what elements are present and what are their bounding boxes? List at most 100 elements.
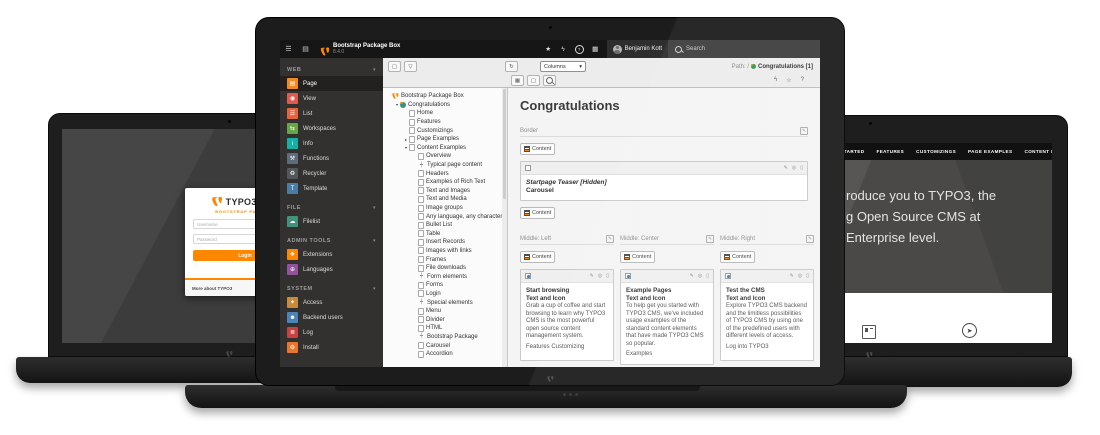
tree-item-features[interactable]: Features xyxy=(383,118,507,127)
tree-item-text-and-media[interactable]: Text and Media xyxy=(383,195,507,204)
sidebar-item-view[interactable]: ◉View xyxy=(280,91,383,106)
flash-icon[interactable]: ϟ xyxy=(556,46,571,53)
tree-item-frames[interactable]: Frames xyxy=(383,255,507,264)
bookmark-star-outline-icon[interactable]: ☆ xyxy=(786,77,791,84)
user-menu[interactable]: Benjamin Kott xyxy=(607,40,668,58)
edit-column-icon[interactable]: ✎ xyxy=(706,235,714,243)
tree-item-content-examples[interactable]: ▾Content Examples xyxy=(383,144,507,153)
tree-item-bullet-list[interactable]: Bullet List xyxy=(383,221,507,230)
delete-icon[interactable]: ▯ xyxy=(706,273,709,279)
tree-item-congratulations[interactable]: ▾Congratulations xyxy=(383,101,507,110)
add-content-button[interactable]: Content xyxy=(520,207,555,219)
column-middle-right: Middle: Right✎Content✎◎▯Test the CMSText… xyxy=(720,234,814,367)
tree-item-image-groups[interactable]: Image groups xyxy=(383,204,507,213)
tree-item-examples-of-rich-text[interactable]: Examples of Rich Text xyxy=(383,178,507,187)
new-page-icon[interactable]: ▢ xyxy=(388,61,401,72)
tree-item-page-examples[interactable]: ▸Page Examples xyxy=(383,135,507,144)
tree-item-home[interactable]: Home xyxy=(383,109,507,118)
visibility-icon[interactable]: ◎ xyxy=(792,165,796,171)
help-icon[interactable]: ? xyxy=(575,45,584,54)
menu-section-header[interactable]: FILE▾ xyxy=(280,202,383,214)
columns-select[interactable]: Columns ▾ xyxy=(540,61,586,72)
search-icon[interactable] xyxy=(543,75,556,86)
search-input[interactable]: Search xyxy=(668,40,820,58)
add-content-button[interactable]: Content xyxy=(520,251,555,263)
menu-section-header[interactable]: ADMIN TOOLS▾ xyxy=(280,235,383,247)
add-content-button[interactable]: Content xyxy=(520,143,555,155)
card-links[interactable]: Log into TYPO3 xyxy=(726,344,808,352)
sidebar-item-template[interactable]: TTemplate xyxy=(280,181,383,196)
nav-item-features[interactable]: FEATURES xyxy=(876,149,904,154)
tree-item-table[interactable]: Table xyxy=(383,230,507,239)
sidebar-item-functions[interactable]: ⚒Functions xyxy=(280,151,383,166)
help-icon[interactable]: ? xyxy=(801,77,804,84)
edit-pencil-icon[interactable]: ✎ xyxy=(790,273,794,279)
list-toggle-icon[interactable]: ▤ xyxy=(297,40,314,58)
menu-section-header[interactable]: SYSTEM▾ xyxy=(280,283,383,295)
sidebar-item-filelist[interactable]: ☁Filelist xyxy=(280,214,383,229)
more-about-typo3-link[interactable]: More about TYPO3 xyxy=(192,286,232,291)
sidebar-item-page[interactable]: ▤Page xyxy=(280,76,383,91)
tree-item-file-downloads[interactable]: File downloads xyxy=(383,264,507,273)
tree-root[interactable]: Bootstrap Package Box xyxy=(383,92,507,101)
menu-collapse-icon[interactable]: ☰ xyxy=(280,40,297,58)
add-content-button[interactable]: Content xyxy=(620,251,655,263)
edit-pencil-icon[interactable]: ✎ xyxy=(690,273,694,279)
tree-item-form-elements[interactable]: ┿Form elements xyxy=(383,272,507,281)
tree-item-any-language-any-character[interactable]: Any language, any character xyxy=(383,212,507,221)
tree-item-menu[interactable]: Menu xyxy=(383,307,507,316)
tree-item-text-and-images[interactable]: Text and Images xyxy=(383,187,507,196)
visibility-icon[interactable]: ◎ xyxy=(798,273,802,279)
sidebar-item-install[interactable]: ⚙Install xyxy=(280,340,383,355)
delete-icon[interactable]: ▯ xyxy=(800,165,803,171)
bookmark-star-icon[interactable]: ★ xyxy=(541,45,556,53)
card-links[interactable]: Examples xyxy=(626,351,708,359)
nav-item-page-examples[interactable]: PAGE EXAMPLES xyxy=(968,149,1012,154)
nav-item-content-examples[interactable]: CONTENT EXAMPLES xyxy=(1024,149,1052,154)
tree-item-bootstrap-package[interactable]: ┿Bootstrap Package xyxy=(383,333,507,342)
edit-pencil-icon[interactable]: ✎ xyxy=(590,273,594,279)
delete-icon[interactable]: ▯ xyxy=(806,273,809,279)
tree-item-insert-records[interactable]: Insert Records xyxy=(383,238,507,247)
tree-item-forms[interactable]: Forms xyxy=(383,281,507,290)
edit-pencil-icon[interactable]: ✎ xyxy=(784,165,788,171)
tree-item-headers[interactable]: Headers xyxy=(383,169,507,178)
sidebar-item-languages[interactable]: ⊕Languages xyxy=(280,262,383,277)
tree-item-special-elements[interactable]: ┿Special elements xyxy=(383,298,507,307)
tree-item-images-with-links[interactable]: Images with links xyxy=(383,247,507,256)
tree-item-accordion[interactable]: Accordion xyxy=(383,350,507,359)
view-grid-icon[interactable]: ▦ xyxy=(511,75,524,86)
sidebar-item-workspaces[interactable]: ⇆Workspaces xyxy=(280,121,383,136)
tree-item-customizings[interactable]: Customizings xyxy=(383,126,507,135)
sidebar-item-extensions[interactable]: ❖Extensions xyxy=(280,247,383,262)
filter-funnel-icon[interactable]: ▽ xyxy=(404,61,417,72)
tree-item-divider[interactable]: Divider xyxy=(383,315,507,324)
edit-column-icon[interactable]: ✎ xyxy=(800,127,808,135)
nav-item-customizings[interactable]: CUSTOMIZINGS xyxy=(916,149,956,154)
menu-section-header[interactable]: WEB▾ xyxy=(280,64,383,76)
tree-item-html[interactable]: HTML xyxy=(383,324,507,333)
sidebar-item-info[interactable]: iInfo xyxy=(280,136,383,151)
visibility-icon[interactable]: ◎ xyxy=(598,273,602,279)
sidebar-item-access[interactable]: ✦Access xyxy=(280,295,383,310)
tree-item-label: Bootstrap Package Box xyxy=(401,93,464,99)
clear-cache-icon[interactable]: ϟ xyxy=(774,77,777,84)
sidebar-item-log[interactable]: ≣Log xyxy=(280,325,383,340)
sidebar-item-backend-users[interactable]: ☻Backend users xyxy=(280,310,383,325)
visibility-icon[interactable]: ◎ xyxy=(698,273,702,279)
edit-column-icon[interactable]: ✎ xyxy=(806,235,814,243)
delete-icon[interactable]: ▯ xyxy=(606,273,609,279)
tree-item-typical-page-content[interactable]: ┿Typical page content xyxy=(383,161,507,170)
card-links[interactable]: Features Customizing xyxy=(526,344,608,352)
sidebar-item-list[interactable]: ☰List xyxy=(280,106,383,121)
page-icon[interactable]: ▢ xyxy=(527,75,540,86)
refresh-icon[interactable]: ↻ xyxy=(505,61,518,72)
sidebar-item-recycler[interactable]: ♻Recycler xyxy=(280,166,383,181)
tree-item-carousel[interactable]: Carousel xyxy=(383,341,507,350)
tree-item-login[interactable]: Login xyxy=(383,290,507,299)
scrollbar[interactable] xyxy=(502,88,507,367)
tree-item-overview[interactable]: Overview xyxy=(383,152,507,161)
add-content-button[interactable]: Content xyxy=(720,251,755,263)
modules-grid-icon[interactable]: ▦ xyxy=(588,45,603,53)
edit-column-icon[interactable]: ✎ xyxy=(606,235,614,243)
